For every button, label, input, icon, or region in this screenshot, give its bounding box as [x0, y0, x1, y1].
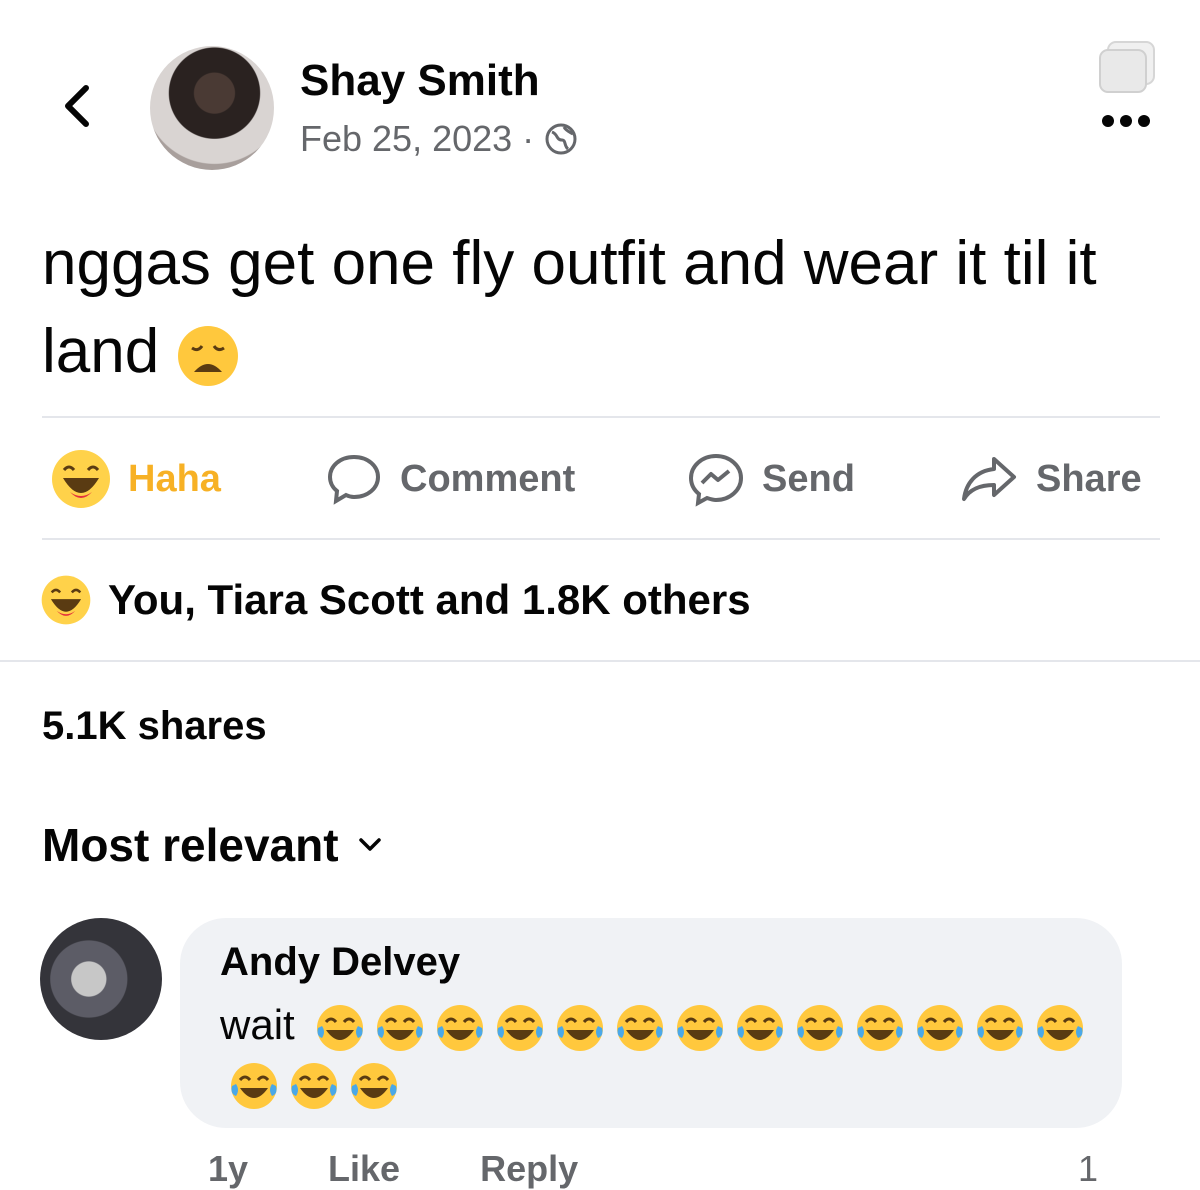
- tears-of-joy-icon: [1037, 1004, 1084, 1051]
- tears-of-joy-icon: [737, 1004, 784, 1051]
- author-name[interactable]: Shay Smith: [300, 56, 540, 106]
- send-button[interactable]: Send: [686, 452, 855, 507]
- haha-reaction-icon: [41, 575, 91, 625]
- comment-icon: [327, 454, 381, 505]
- messenger-icon: [688, 453, 744, 507]
- reply-comment-button[interactable]: Reply: [480, 1148, 578, 1190]
- comment-label: Comment: [400, 457, 576, 500]
- back-button[interactable]: [58, 78, 98, 134]
- comment-time: 1y: [208, 1148, 249, 1189]
- tears-of-joy-icon: [677, 1004, 724, 1051]
- comment-body: wait: [220, 1001, 295, 1048]
- window-icon: [1098, 40, 1156, 94]
- reactions-text: You, Tiara Scott and 1.8K others: [108, 576, 751, 623]
- more-dots-icon: [1102, 115, 1150, 127]
- share-button[interactable]: Share: [958, 452, 1142, 506]
- tears-of-joy-icon: [617, 1004, 664, 1051]
- author-avatar[interactable]: [150, 46, 274, 170]
- post-date[interactable]: Feb 25, 2023: [300, 118, 512, 160]
- tears-of-joy-icon: [377, 1004, 424, 1051]
- meta-separator: ·: [522, 118, 535, 159]
- reactions-summary[interactable]: You, Tiara Scott and 1.8K others: [40, 574, 751, 626]
- comment-actions: 1y Like Reply: [208, 1148, 578, 1190]
- haha-label: Haha: [128, 457, 221, 500]
- divider: [0, 660, 1200, 662]
- tears-of-joy-icon: [231, 1062, 277, 1109]
- comment-text: wait: [220, 996, 1110, 1112]
- tears-of-joy-icon: [557, 1004, 604, 1051]
- share-label: Share: [1036, 457, 1142, 500]
- divider: [42, 538, 1160, 540]
- comment-emojis: [220, 1001, 1086, 1109]
- tears-of-joy-icon: [317, 1004, 364, 1051]
- chevron-down-icon: [358, 838, 381, 851]
- share-arrow-icon: [962, 457, 1016, 501]
- tears-of-joy-icon: [437, 1004, 484, 1051]
- tears-of-joy-icon: [497, 1004, 544, 1051]
- tears-of-joy-icon: [857, 1004, 904, 1051]
- send-label: Send: [762, 457, 855, 500]
- like-comment-button[interactable]: Like: [328, 1148, 400, 1190]
- post-text: nggas get one fly outfit and wear it til…: [42, 220, 1162, 396]
- weary-face-icon: [178, 325, 239, 386]
- sort-comments-dropdown[interactable]: Most relevant: [42, 818, 383, 872]
- comment-button[interactable]: Comment: [324, 452, 575, 506]
- tears-of-joy-icon: [351, 1062, 397, 1109]
- globe-icon: [545, 123, 577, 155]
- comment-reaction-count: 1: [1078, 1148, 1099, 1189]
- divider: [42, 416, 1160, 418]
- more-options-button[interactable]: [1100, 94, 1152, 139]
- post-meta: Feb 25, 2023 ·: [300, 118, 578, 160]
- commenter-name[interactable]: Andy Delvey: [220, 940, 460, 985]
- tears-of-joy-icon: [291, 1062, 337, 1109]
- tears-of-joy-icon: [797, 1004, 844, 1051]
- shares-count[interactable]: 5.1K shares: [42, 704, 267, 749]
- sort-label: Most relevant: [42, 819, 339, 871]
- tears-of-joy-icon: [917, 1004, 964, 1051]
- haha-icon: [52, 450, 110, 508]
- haha-button[interactable]: Haha: [50, 450, 221, 508]
- chevron-left-icon: [65, 85, 89, 127]
- commenter-avatar[interactable]: [40, 918, 162, 1040]
- tears-of-joy-icon: [977, 1004, 1024, 1051]
